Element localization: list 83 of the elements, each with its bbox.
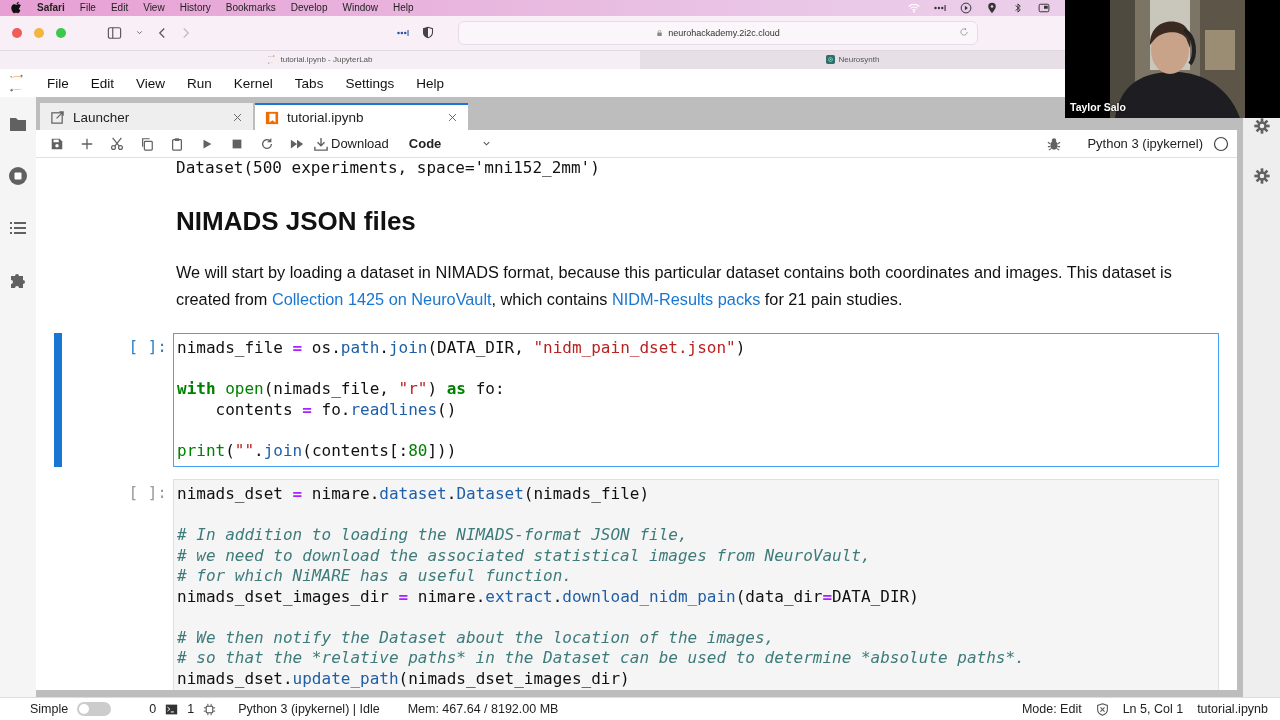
cursor-position[interactable]: Ln 5, Col 1: [1122, 702, 1184, 717]
bug-icon[interactable]: [1047, 136, 1062, 151]
editor-mode[interactable]: Mode: Edit: [1021, 702, 1082, 717]
scissors-icon[interactable]: [110, 136, 124, 151]
paragraph: We will start by loading a dataset in NIMADS format, because this particular dataset contains both coordinates and images. This dataset is created from Collection 1425 on NeuroVault, which contains NIDM-Results packs for 21 pain studies.: [176, 262, 1173, 311]
code-line: # for which NiMARE has a useful function.: [177, 566, 572, 587]
apple-icon[interactable]: [11, 1, 22, 15]
menu-item[interactable]: Help: [405, 75, 455, 91]
status-text: tutorial.ipynb: [1197, 702, 1268, 717]
gear-icon[interactable]: [1252, 117, 1271, 136]
cell-type-dropdown[interactable]: Code: [408, 136, 493, 152]
lock-icon: [656, 28, 664, 37]
code-line: # we need to download the associated statistical images from NeuroVault,: [177, 545, 871, 567]
kernel-status-icon: [1213, 135, 1229, 152]
code-line: # so that the *relative paths* in the Dataset can be used to determine *absolute paths*.: [177, 648, 1025, 669]
app-menu[interactable]: Safari: [37, 2, 65, 14]
address-bar[interactable]: neurohackademy.2i2c.cloud: [458, 20, 978, 45]
code-line: print("".join(contents[:80])): [177, 439, 457, 462]
terminal-icon[interactable]: [165, 702, 179, 716]
cell-prompt: [ ]:: [128, 337, 167, 357]
cell-prompt: [ ]:: [128, 483, 167, 503]
link[interactable]: NIDM-Results packs: [611, 290, 761, 309]
shield-x-icon[interactable]: [1095, 702, 1109, 716]
restart-icon[interactable]: [260, 136, 274, 151]
code-cell-input[interactable]: [173, 479, 1219, 691]
shield-icon[interactable]: [422, 26, 434, 40]
status-text: 1: [187, 702, 195, 717]
document-tab[interactable]: Launcher: [40, 103, 253, 131]
menu-item[interactable]: Run: [176, 75, 223, 91]
code-line: contents = fo.readlines(): [214, 399, 457, 421]
plus-icon[interactable]: [80, 136, 94, 151]
menu-item[interactable]: History: [179, 2, 211, 14]
play-icon[interactable]: [960, 1, 972, 14]
save-icon[interactable]: [50, 136, 64, 151]
code-line: # In addition to loading the NIMADS-format JSON file,: [177, 524, 688, 546]
menu-item[interactable]: File: [36, 75, 80, 91]
menu-item[interactable]: View: [125, 75, 177, 91]
chip-icon[interactable]: [203, 702, 217, 716]
kernel-name[interactable]: Python 3 (ipykernel): [1087, 136, 1203, 152]
download-icon: [314, 136, 328, 151]
menu-item[interactable]: File: [79, 2, 96, 14]
screen-icon[interactable]: [1038, 1, 1050, 14]
window-control[interactable]: [12, 27, 22, 38]
download-button[interactable]: Download: [314, 136, 389, 152]
sidebar-icon[interactable]: [106, 25, 123, 40]
close-icon[interactable]: [447, 112, 458, 124]
browser-tab[interactable]: tutorial.ipynb - JupyterLab: [0, 50, 640, 69]
menu-item[interactable]: Kernel: [222, 75, 284, 91]
status-text: 0: [149, 702, 157, 717]
copy-icon[interactable]: [140, 136, 154, 151]
menu-item[interactable]: Tabs: [283, 75, 335, 91]
code-line: nimads_dset.update_path(nimads_dset_images_dir): [177, 668, 630, 690]
menu-item[interactable]: Edit: [79, 75, 126, 91]
url-text: neurohackademy.2i2c.cloud: [668, 27, 780, 38]
toggle-switch[interactable]: [77, 702, 112, 717]
menu-item[interactable]: Window: [342, 2, 379, 14]
code-line: nimads_dset = nimare.dataset.Dataset(nimads_file): [177, 484, 650, 505]
browser-tab[interactable]: Neurosynth: [640, 50, 1065, 69]
output-text: Dataset(500 experiments, space='mni152_2mm'): [176, 158, 600, 179]
notebook-icon: [265, 110, 279, 125]
link[interactable]: Collection 1425 on NeuroVault: [271, 290, 492, 309]
menu-item[interactable]: Help: [393, 2, 414, 14]
menu-item[interactable]: View: [143, 2, 165, 14]
code-cell-input[interactable]: nimads_file = os.path.join(DATA_DIR, "nidm_pain_dset.json") with open(nimads_file, "r") as fo: contents = fo.readlines() print("".join(contents[:80])): [173, 333, 1219, 468]
menu-item[interactable]: Settings: [334, 75, 406, 91]
kernel-status[interactable]: Python 3 (ipykernel) | Idle: [238, 702, 380, 717]
launcher-icon: [50, 110, 65, 126]
close-icon[interactable]: [232, 112, 243, 124]
code-line: nimads_file = os.path.join(DATA_DIR, "nidm_pain_dset.json"): [177, 338, 746, 359]
menu-item[interactable]: Edit: [110, 2, 129, 14]
mode-label: Simple: [30, 702, 69, 717]
code-line: nimads_dset_images_dir = nimare.extract.download_nidm_pain(data_dir=DATA_DIR): [177, 586, 919, 608]
document-tab[interactable]: tutorial.ipynb: [255, 103, 468, 131]
section-heading: NIMADS JSON files: [176, 205, 416, 238]
status-text: Mem: 467.64 / 8192.00 MB: [407, 702, 559, 717]
clipboard-icon[interactable]: [170, 136, 184, 151]
stop-circle-icon[interactable]: [8, 166, 28, 187]
code-line: # We then notify the Dataset about the location of the images,: [177, 626, 775, 649]
code-line: with open(nimads_file, "r") as fo:: [177, 378, 505, 400]
location-pin-icon[interactable]: [986, 1, 998, 14]
menu-item[interactable]: Bookmarks: [225, 2, 276, 14]
participant-name: Taylor Salo: [1070, 101, 1126, 113]
menu-item[interactable]: Develop: [290, 2, 328, 14]
